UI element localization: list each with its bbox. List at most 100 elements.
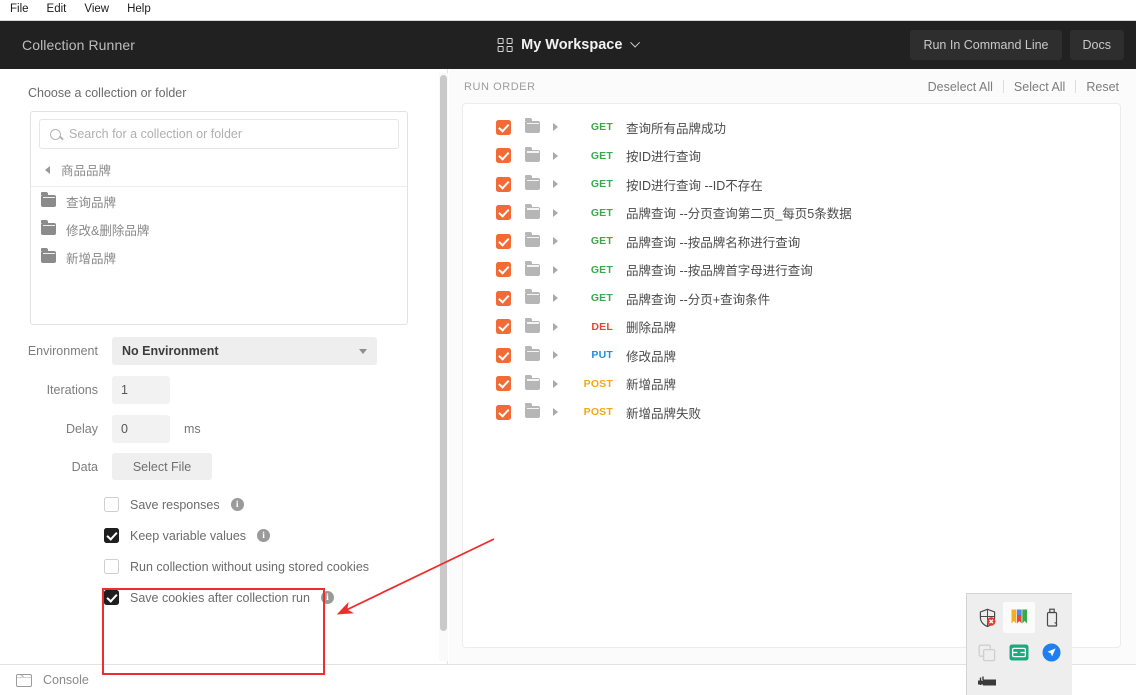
environment-row: Environment No Environment [0, 337, 377, 365]
request-name: 品牌查询 --按品牌首字母进行查询 [626, 264, 813, 279]
divider [1002, 80, 1004, 93]
request-checkbox[interactable] [496, 205, 511, 221]
request-checkbox[interactable] [496, 119, 511, 135]
chevron-right-icon[interactable] [553, 265, 558, 274]
folder-item-1[interactable]: 修改&删除品牌 [31, 215, 407, 243]
request-method: POST [583, 406, 613, 419]
workspace-name: My Workspace [521, 37, 623, 53]
option-no-stored-cookies[interactable]: Run collection without using stored cook… [104, 559, 369, 574]
request-method: GET [590, 178, 613, 191]
request-method: GET [590, 206, 613, 219]
usb-device-icon[interactable] [1036, 602, 1068, 633]
menu-item-file[interactable]: File [8, 2, 31, 18]
request-checkbox[interactable] [496, 233, 511, 249]
run-order-bar: RUN ORDER Deselect All Select All Reset [449, 69, 1136, 104]
request-checkbox[interactable] [496, 319, 511, 335]
left-panel-scrollbar-thumb[interactable] [440, 75, 447, 631]
folder-item-2[interactable]: 新增品牌 [31, 243, 407, 271]
option-keep-variable-values[interactable]: Keep variable values i [104, 528, 271, 543]
docs-button[interactable]: Docs [1069, 30, 1124, 60]
table-row[interactable]: PUT 修改品牌 [463, 341, 1120, 370]
table-row[interactable]: GET 按ID进行查询 --ID不存在 [463, 170, 1120, 199]
checkbox-save-responses[interactable] [104, 497, 119, 512]
checkbox-save-cookies[interactable] [104, 590, 119, 605]
folder-icon [525, 175, 540, 191]
iterations-label: Iterations [46, 383, 98, 397]
folder-icon [41, 248, 56, 263]
reset-button[interactable]: Reset [1086, 80, 1119, 94]
delay-label: Delay [66, 422, 98, 436]
folder-icon [525, 203, 540, 219]
folder-icon [41, 192, 56, 207]
run-order-title: RUN ORDER [464, 80, 536, 93]
table-row[interactable]: POST 新增品牌 [463, 370, 1120, 399]
collection-breadcrumb-row[interactable]: 商品品牌 [31, 153, 407, 187]
select-all-button[interactable]: Select All [1014, 80, 1065, 94]
request-name: 删除品牌 [626, 321, 677, 336]
folder-label: 新增品牌 [66, 251, 117, 266]
chevron-right-icon[interactable] [553, 322, 558, 331]
search-input[interactable] [69, 127, 389, 141]
request-name: 新增品牌失败 [626, 406, 702, 421]
delay-unit-label: ms [184, 422, 201, 436]
checkbox-no-stored-cookies[interactable] [104, 559, 119, 574]
search-row[interactable] [39, 119, 399, 149]
request-name: 按ID进行查询 --ID不存在 [626, 178, 763, 193]
request-checkbox[interactable] [496, 404, 511, 420]
iterations-input[interactable] [112, 376, 170, 404]
menu-item-view[interactable]: View [82, 2, 111, 18]
checkbox-keep-variable-values[interactable] [104, 528, 119, 543]
right-run-order-panel: RUN ORDER Deselect All Select All Reset … [449, 69, 1136, 664]
green-card-icon[interactable] [1003, 637, 1035, 668]
table-row[interactable]: GET 品牌查询 --分页查询第二页_每页5条数据 [463, 199, 1120, 228]
table-row[interactable]: GET 按ID进行查询 [463, 142, 1120, 171]
deselect-all-button[interactable]: Deselect All [928, 80, 993, 94]
chevron-right-icon[interactable] [553, 151, 558, 160]
chevron-right-icon[interactable] [553, 237, 558, 246]
folder-item-0[interactable]: 查询品牌 [31, 187, 407, 215]
request-checkbox[interactable] [496, 176, 511, 192]
option-save-cookies[interactable]: Save cookies after collection run i [104, 590, 334, 605]
request-checkbox[interactable] [496, 347, 511, 363]
plug-icon[interactable] [977, 675, 1001, 693]
chevron-right-icon[interactable] [553, 294, 558, 303]
table-row[interactable]: GET 品牌查询 --分页+查询条件 [463, 284, 1120, 313]
option-save-responses[interactable]: Save responses i [104, 497, 244, 512]
caret-down-icon [359, 348, 367, 354]
blue-cursor-icon[interactable] [1036, 637, 1068, 668]
delay-input[interactable] [112, 415, 170, 443]
chevron-right-icon[interactable] [553, 208, 558, 217]
info-icon[interactable]: i [320, 591, 334, 604]
menu-item-help[interactable]: Help [125, 2, 153, 18]
request-method: PUT [591, 349, 613, 362]
info-icon[interactable]: i [230, 498, 244, 511]
request-checkbox[interactable] [496, 262, 511, 278]
folder-icon [525, 118, 540, 134]
environment-select[interactable]: No Environment [112, 337, 377, 365]
folder-icon [525, 374, 540, 390]
table-row[interactable]: DEL 删除品牌 [463, 313, 1120, 342]
request-checkbox[interactable] [496, 290, 511, 306]
body-area: Choose a collection or folder 商品品牌 查询品牌 … [0, 69, 1136, 695]
table-row[interactable]: POST 新增品牌失败 [463, 398, 1120, 427]
info-icon[interactable]: i [257, 529, 271, 542]
search-icon [50, 128, 61, 140]
chevron-right-icon[interactable] [553, 351, 558, 360]
back-triangle-icon[interactable] [45, 165, 50, 174]
workspace-selector[interactable]: My Workspace [497, 37, 640, 53]
bookmark-colored-icon[interactable] [1003, 602, 1036, 633]
table-row[interactable]: GET 查询所有品牌成功 [463, 113, 1120, 142]
run-in-command-line-button[interactable]: Run In Command Line [910, 30, 1062, 60]
menu-item-edit[interactable]: Edit [45, 2, 69, 18]
chevron-right-icon[interactable] [553, 180, 558, 189]
table-row[interactable]: GET 品牌查询 --按品牌首字母进行查询 [463, 256, 1120, 285]
request-checkbox[interactable] [496, 376, 511, 392]
chevron-right-icon[interactable] [553, 408, 558, 417]
chevron-right-icon[interactable] [553, 379, 558, 388]
table-row[interactable]: GET 品牌查询 --按品牌名称进行查询 [463, 227, 1120, 256]
select-file-button[interactable]: Select File [112, 453, 212, 480]
chevron-right-icon[interactable] [553, 123, 558, 132]
request-checkbox[interactable] [496, 148, 511, 164]
shield-blocked-icon[interactable] [971, 602, 1003, 633]
floating-widget-toolbar [966, 593, 1072, 695]
